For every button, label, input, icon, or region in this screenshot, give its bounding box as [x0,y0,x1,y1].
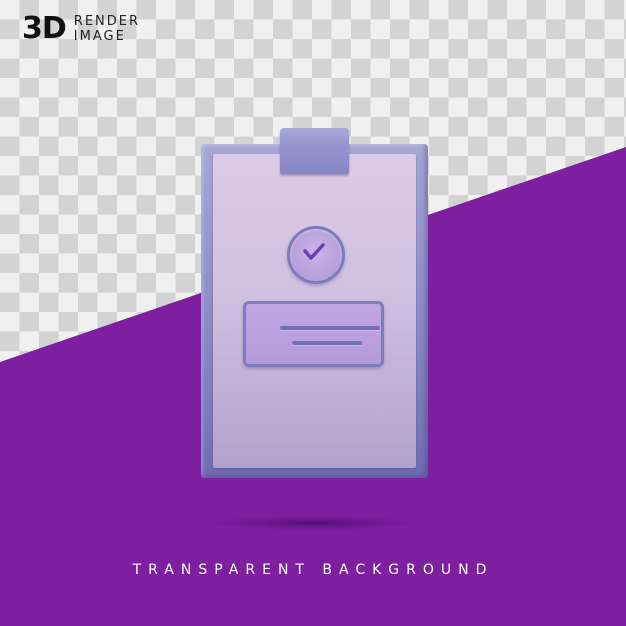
brand-text: RENDER IMAGE [74,14,140,44]
checkmark-icon [303,243,325,260]
text-line-icon [280,326,380,330]
text-box-icon [243,301,384,367]
floating-shadow [212,516,417,530]
check-circle-icon [287,226,345,284]
text-line-icon [292,341,362,345]
footer-caption: TRANSPARENT BACKGROUND [132,562,494,578]
transparent-checker-background: 3D RENDER IMAGE TRANSPARENT BACKGROUND [0,0,626,626]
brand-line-1: RENDER [73,14,141,29]
brand-logo: 3D RENDER IMAGE [22,11,140,46]
brand-line-2: IMAGE [73,29,126,44]
brand-3d-mark: 3D [22,11,67,46]
clipboard-clip-icon [280,128,349,174]
